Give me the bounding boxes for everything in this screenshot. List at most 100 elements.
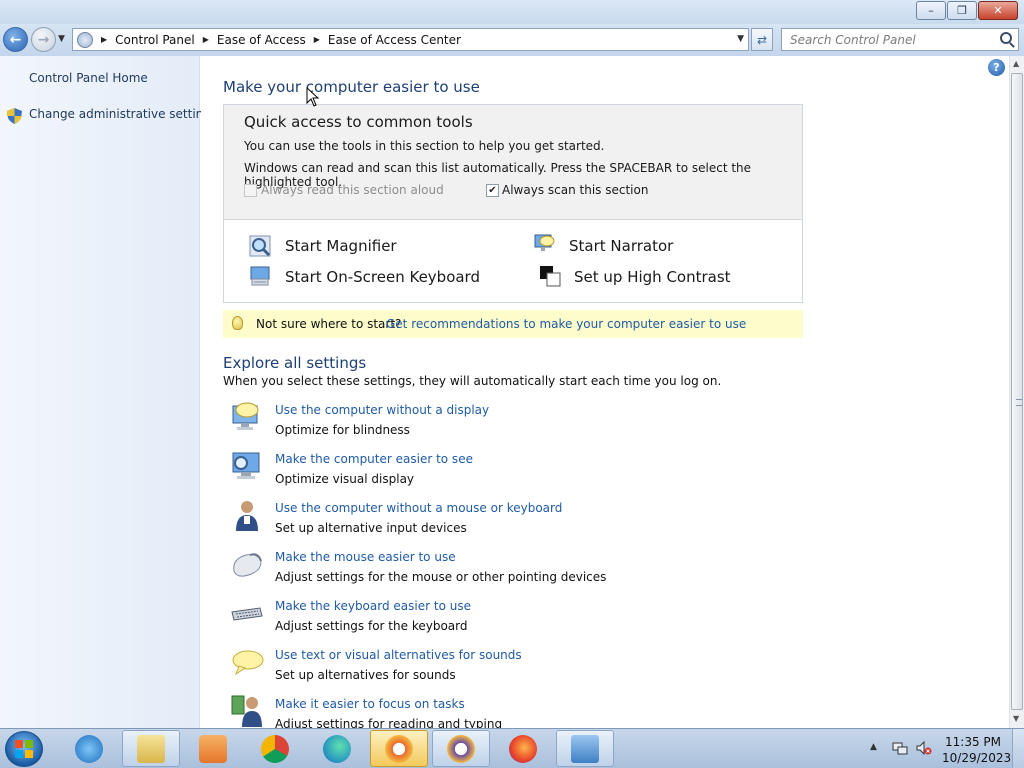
scrollbar-thumb[interactable] [1011, 73, 1023, 710]
chevron-right-icon[interactable]: ▶ [101, 35, 107, 44]
scan-section-checkbox[interactable]: ✔ [486, 184, 499, 197]
restore-button[interactable]: ❐ [947, 1, 977, 20]
display-speech-icon [232, 402, 259, 430]
help-icon[interactable]: ? [988, 59, 1005, 76]
sidebar-item-control-panel-home[interactable]: Control Panel Home [29, 71, 148, 85]
person-icon [236, 501, 258, 531]
recent-pages-dropdown[interactable]: ▼ [58, 34, 65, 44]
speech-bubble-icon [232, 650, 264, 676]
breadcrumb-ease-of-access-center[interactable]: Ease of Access Center [328, 33, 461, 47]
chrome-icon [261, 734, 289, 763]
clock[interactable]: 11:35 PM 10/29/2023 [942, 734, 1012, 766]
list-item: Make it easier to focus on tasks Adjust … [230, 694, 790, 728]
media-player-icon [199, 734, 227, 763]
window-controls: – ❐ ✕ [915, 1, 1018, 20]
close-button[interactable]: ✕ [978, 1, 1018, 20]
taskbar-app[interactable] [184, 730, 242, 767]
mouse-icon [233, 553, 262, 577]
scroll-up-icon[interactable]: ▲ [1013, 59, 1019, 68]
search-box[interactable] [781, 28, 1019, 51]
recommendation-tip: Not sure where to start? Get recommendat… [223, 310, 803, 338]
breadcrumb-ease-of-access[interactable]: Ease of Access [217, 33, 306, 47]
taskbar-app[interactable] [370, 730, 428, 767]
file-explorer-icon [137, 734, 165, 763]
taskbar-app[interactable] [494, 730, 552, 767]
quick-access-header: Quick access to common tools You can use… [224, 105, 802, 220]
taskbar: ▲ 11:35 PM 10/29/2023 [0, 728, 1024, 768]
list-item: Make the keyboard easier to use Adjust s… [230, 596, 790, 640]
setting-desc: Optimize visual display [275, 472, 415, 486]
taskbar-app[interactable] [246, 730, 304, 767]
refresh-button[interactable]: ⇄ [751, 28, 773, 51]
arrow-right-icon: → [37, 31, 50, 48]
left-nav-pane [0, 56, 200, 728]
start-magnifier-link[interactable]: Start Magnifier [285, 237, 397, 255]
arrow-left-icon: ← [9, 31, 22, 48]
quick-access-panel: Quick access to common tools You can use… [223, 104, 803, 303]
setting-desc: Adjust settings for the mouse or other p… [275, 570, 607, 584]
narrator-icon [534, 234, 555, 251]
clock-date: 10/29/2023 [942, 751, 1012, 765]
start-onscreen-keyboard-link[interactable]: Start On-Screen Keyboard [285, 268, 480, 286]
setting-link-focus-tasks[interactable]: Make it easier to focus on tasks [275, 697, 465, 711]
taskbar-app[interactable] [556, 730, 614, 767]
setting-link-sound-alternatives[interactable]: Use text or visual alternatives for soun… [275, 648, 522, 662]
chevron-right-icon[interactable]: ▶ [203, 35, 209, 44]
focus-tasks-icon [231, 695, 262, 727]
forward-button[interactable]: → [31, 27, 56, 52]
sidebar-item-change-admin-settings[interactable]: Change administrative settings [29, 107, 217, 121]
setting-link-easier-to-see[interactable]: Make the computer easier to see [275, 452, 473, 466]
address-bar[interactable]: ▶ Control Panel ▶ Ease of Access ▶ Ease … [72, 28, 749, 51]
list-item: Use the computer without a mouse or keyb… [230, 498, 790, 542]
scroll-down-icon[interactable]: ▼ [1013, 714, 1019, 723]
explore-heading: Explore all settings [223, 354, 367, 372]
get-recommendations-link[interactable]: Get recommendations to make your compute… [386, 317, 746, 331]
volume-muted-icon[interactable] [916, 741, 932, 755]
checkmark-icon: ✔ [488, 185, 497, 196]
network-icon[interactable] [892, 741, 908, 755]
windows-logo-icon [15, 740, 33, 758]
minimize-icon: – [928, 4, 934, 17]
clock-time: 11:35 PM [945, 735, 1001, 749]
read-aloud-label: Always read this section aloud [261, 183, 444, 197]
taskbar-app[interactable] [308, 730, 366, 767]
mouse-cursor-icon [306, 87, 320, 107]
setting-link-keyboard-easier[interactable]: Make the keyboard easier to use [275, 599, 471, 613]
quick-access-title: Quick access to common tools [244, 113, 473, 131]
refresh-icon: ⇄ [756, 32, 768, 47]
vertical-scrollbar[interactable]: ▲ ▼ [1009, 56, 1024, 728]
show-desktop-button[interactable] [1012, 729, 1024, 768]
setting-desc: Optimize for blindness [275, 423, 410, 437]
setting-link-without-mouse-keyboard[interactable]: Use the computer without a mouse or keyb… [275, 501, 562, 515]
show-hidden-icons-icon[interactable]: ▲ [870, 742, 877, 752]
taskbar-app[interactable] [122, 730, 180, 767]
app-yellow-2-icon [447, 734, 475, 763]
address-dropdown-icon[interactable]: ▼ [737, 34, 744, 44]
scan-section-label[interactable]: Always scan this section [502, 183, 648, 197]
search-icon[interactable] [1000, 32, 1012, 44]
start-narrator-link[interactable]: Start Narrator [569, 237, 673, 255]
search-input[interactable] [790, 32, 990, 47]
start-button[interactable] [5, 731, 43, 767]
chevron-right-icon[interactable]: ▶ [314, 35, 320, 44]
quick-access-line1: You can use the tools in this section to… [244, 139, 605, 153]
setup-high-contrast-link[interactable]: Set up High Contrast [574, 268, 731, 286]
breadcrumb-control-panel[interactable]: Control Panel [115, 33, 195, 47]
tip-prefix: Not sure where to start? [256, 317, 402, 331]
system-tray: ▲ 11:35 PM 10/29/2023 [866, 729, 1024, 768]
title-bar: – ❐ ✕ [0, 0, 1024, 24]
taskbar-app[interactable] [432, 730, 490, 767]
setting-desc: Set up alternatives for sounds [275, 668, 456, 682]
firefox-icon [509, 734, 537, 763]
taskbar-app[interactable] [60, 730, 118, 767]
minimize-button[interactable]: – [916, 1, 946, 20]
back-button[interactable]: ← [3, 27, 28, 52]
close-icon: ✕ [993, 4, 1003, 17]
setting-link-mouse-easier[interactable]: Make the mouse easier to use [275, 550, 456, 564]
uac-shield-icon [7, 108, 22, 124]
read-aloud-checkbox[interactable] [244, 184, 257, 197]
setting-link-without-display[interactable]: Use the computer without a display [275, 403, 489, 417]
keyboard-icon [231, 607, 263, 621]
control-panel-icon [77, 31, 93, 48]
navigation-bar: ← → ▼ ▶ Control Panel ▶ Ease of Access ▶… [0, 24, 1024, 56]
